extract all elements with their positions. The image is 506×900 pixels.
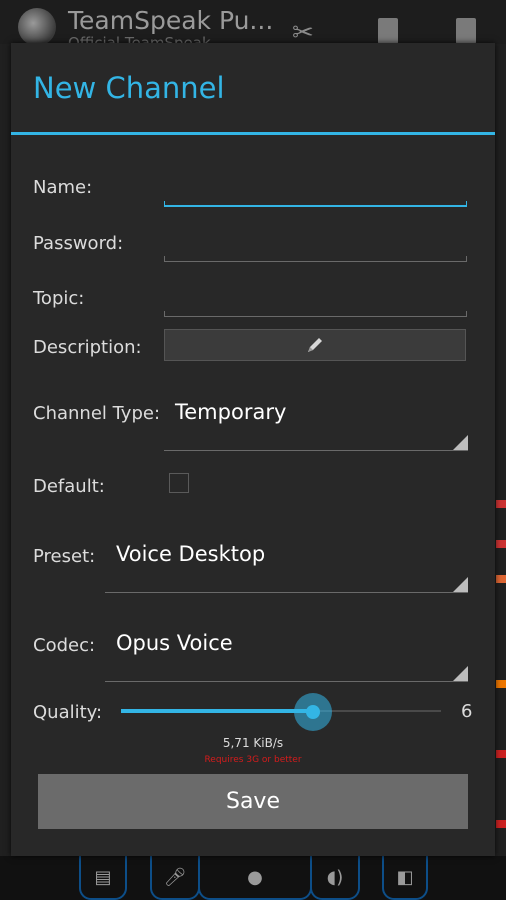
preset-spinner[interactable]: Voice Desktop (105, 542, 468, 593)
flag-icon (496, 820, 506, 828)
new-channel-dialog: New Channel Name: Password: Topic: Descr… (11, 43, 495, 856)
codec-label: Codec: (33, 635, 96, 656)
description-label: Description: (33, 337, 142, 358)
topic-field-container (164, 295, 467, 317)
codec-spinner[interactable]: Opus Voice (105, 631, 468, 682)
bookmark-icon (456, 18, 476, 44)
pencil-icon (308, 338, 322, 352)
name-label: Name: (33, 177, 93, 198)
chat-icon: ▤ (79, 856, 127, 900)
topic-label: Topic: (33, 288, 85, 309)
dropdown-corner-icon (453, 435, 468, 450)
topic-input[interactable] (168, 295, 462, 317)
mic-mute-icon: ● (198, 856, 312, 900)
bookmark-add-icon (378, 18, 398, 44)
quality-slider[interactable] (121, 693, 441, 731)
dropdown-corner-icon (453, 666, 468, 681)
preset-label: Preset: (33, 546, 96, 567)
preset-value: Voice Desktop (116, 542, 266, 566)
dialog-title: New Channel (33, 71, 225, 105)
speaker-icon: ◖) (310, 856, 360, 900)
requirement-warning: Requires 3G or better (204, 755, 302, 765)
password-field-container (164, 240, 467, 262)
channel-type-spinner[interactable]: Temporary (164, 400, 468, 451)
flag-icon (496, 575, 506, 583)
title-divider (11, 132, 495, 135)
slider-thumb[interactable] (306, 705, 320, 719)
dropdown-corner-icon (453, 577, 468, 592)
slider-fill (121, 709, 313, 713)
bitrate-text: 5,71 KiB/s (222, 736, 284, 750)
mic-icon: 🎤︎ (150, 856, 200, 900)
flag-icon (496, 680, 506, 688)
quality-label: Quality: (33, 702, 103, 723)
flag-icon (496, 540, 506, 548)
flag-icon (496, 750, 506, 758)
default-checkbox[interactable] (169, 473, 189, 493)
server-title: TeamSpeak Pu... (68, 6, 274, 35)
quality-value: 6 (461, 701, 473, 722)
default-label: Default: (33, 476, 105, 497)
teamspeak-logo-icon (18, 8, 56, 46)
password-input[interactable] (168, 240, 462, 262)
flag-icon (496, 500, 506, 508)
name-field-container (164, 185, 467, 207)
channel-type-value: Temporary (175, 400, 287, 424)
codec-value: Opus Voice (116, 631, 233, 655)
description-edit-button[interactable] (164, 329, 466, 361)
name-input[interactable] (168, 185, 462, 207)
channel-type-label: Channel Type: (33, 403, 161, 424)
password-label: Password: (33, 233, 124, 254)
away-icon: ◧ (382, 856, 428, 900)
save-button[interactable]: Save (38, 774, 468, 829)
